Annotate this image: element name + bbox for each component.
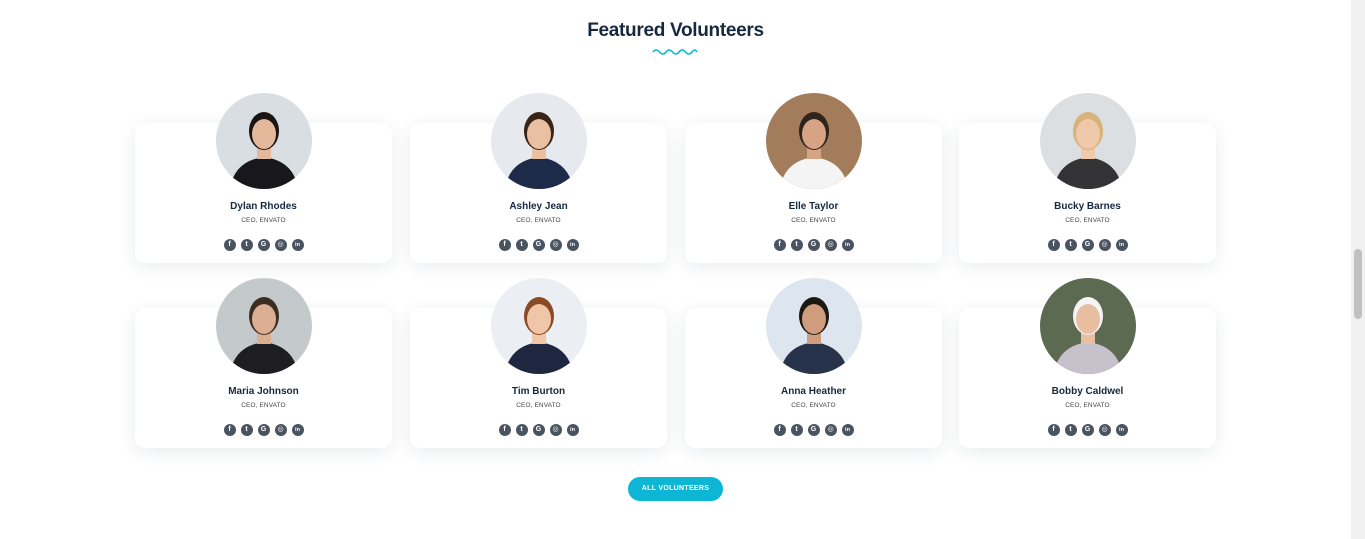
social-links: f t G ◎ in: [959, 424, 1216, 436]
title-wave-divider: [652, 49, 698, 55]
instagram-icon[interactable]: ◎: [274, 424, 287, 436]
google-icon[interactable]: G: [1081, 239, 1094, 251]
volunteer-name[interactable]: Bobby Caldwel: [959, 386, 1216, 397]
twitter-icon[interactable]: t: [515, 424, 528, 436]
volunteer-role: CEO, ENVATO: [791, 217, 836, 224]
twitter-icon[interactable]: t: [790, 239, 803, 251]
volunteer-avatar: [1039, 278, 1136, 374]
google-icon[interactable]: G: [257, 424, 270, 436]
volunteer-role: CEO, ENVATO: [241, 217, 286, 224]
linkedin-icon[interactable]: in: [841, 424, 854, 436]
volunteer-name[interactable]: Maria Johnson: [135, 386, 392, 397]
linkedin-icon[interactable]: in: [841, 239, 854, 251]
social-links: f t G ◎ in: [410, 424, 667, 436]
linkedin-icon[interactable]: in: [291, 424, 304, 436]
volunteer-role: CEO, ENVATO: [791, 402, 836, 409]
volunteer-name[interactable]: Anna Heather: [685, 386, 942, 397]
volunteer-avatar: [215, 93, 312, 189]
scrollbar[interactable]: [1351, 0, 1365, 539]
instagram-icon[interactable]: ◎: [274, 239, 287, 251]
linkedin-icon[interactable]: in: [566, 424, 579, 436]
scrollbar-thumb[interactable]: [1354, 249, 1362, 319]
volunteer-name[interactable]: Bucky Barnes: [959, 201, 1216, 212]
volunteer-role: CEO, ENVATO: [516, 402, 561, 409]
google-icon[interactable]: G: [807, 424, 820, 436]
instagram-icon[interactable]: ◎: [549, 239, 562, 251]
facebook-icon[interactable]: f: [773, 239, 786, 251]
linkedin-icon[interactable]: in: [291, 239, 304, 251]
volunteer-avatar: [490, 93, 587, 189]
twitter-icon[interactable]: t: [1064, 424, 1077, 436]
volunteer-avatar: [765, 278, 862, 374]
facebook-icon[interactable]: f: [223, 239, 236, 251]
section-title: Featured Volunteers: [587, 20, 764, 41]
google-icon[interactable]: G: [532, 239, 545, 251]
volunteer-card: Dylan Rhodes CEO, ENVATO f t G ◎ in: [135, 93, 392, 263]
linkedin-icon[interactable]: in: [1115, 424, 1128, 436]
twitter-icon[interactable]: t: [1064, 239, 1077, 251]
volunteer-role: CEO, ENVATO: [1065, 217, 1110, 224]
volunteer-avatar: [765, 93, 862, 189]
social-links: f t G ◎ in: [135, 239, 392, 251]
twitter-icon[interactable]: t: [790, 424, 803, 436]
google-icon[interactable]: G: [807, 239, 820, 251]
volunteer-card: Bucky Barnes CEO, ENVATO f t G ◎ in: [959, 93, 1216, 263]
facebook-icon[interactable]: f: [498, 239, 511, 251]
facebook-icon[interactable]: f: [223, 424, 236, 436]
social-links: f t G ◎ in: [685, 424, 942, 436]
facebook-icon[interactable]: f: [498, 424, 511, 436]
volunteer-role: CEO, ENVATO: [241, 402, 286, 409]
google-icon[interactable]: G: [257, 239, 270, 251]
instagram-icon[interactable]: ◎: [824, 239, 837, 251]
volunteer-name[interactable]: Tim Burton: [410, 386, 667, 397]
google-icon[interactable]: G: [1081, 424, 1094, 436]
facebook-icon[interactable]: f: [1047, 239, 1060, 251]
volunteer-avatar: [490, 278, 587, 374]
google-icon[interactable]: G: [532, 424, 545, 436]
volunteer-avatar: [215, 278, 312, 374]
social-links: f t G ◎ in: [135, 424, 392, 436]
instagram-icon[interactable]: ◎: [1098, 239, 1111, 251]
volunteer-card: Maria Johnson CEO, ENVATO f t G ◎ in: [135, 278, 392, 448]
instagram-icon[interactable]: ◎: [1098, 424, 1111, 436]
facebook-icon[interactable]: f: [1047, 424, 1060, 436]
twitter-icon[interactable]: t: [240, 239, 253, 251]
volunteer-card: Bobby Caldwel CEO, ENVATO f t G ◎ in: [959, 278, 1216, 448]
social-links: f t G ◎ in: [959, 239, 1216, 251]
facebook-icon[interactable]: f: [773, 424, 786, 436]
linkedin-icon[interactable]: in: [566, 239, 579, 251]
volunteer-name[interactable]: Dylan Rhodes: [135, 201, 392, 212]
instagram-icon[interactable]: ◎: [824, 424, 837, 436]
twitter-icon[interactable]: t: [240, 424, 253, 436]
instagram-icon[interactable]: ◎: [549, 424, 562, 436]
volunteer-role: CEO, ENVATO: [1065, 402, 1110, 409]
social-links: f t G ◎ in: [410, 239, 667, 251]
volunteer-role: CEO, ENVATO: [516, 217, 561, 224]
volunteer-card: Ashley Jean CEO, ENVATO f t G ◎ in: [410, 93, 667, 263]
all-volunteers-button[interactable]: ALL VOLUNTEERS: [628, 477, 723, 501]
volunteer-name[interactable]: Elle Taylor: [685, 201, 942, 212]
twitter-icon[interactable]: t: [515, 239, 528, 251]
social-links: f t G ◎ in: [685, 239, 942, 251]
volunteer-card: Anna Heather CEO, ENVATO f t G ◎ in: [685, 278, 942, 448]
volunteer-card: Elle Taylor CEO, ENVATO f t G ◎ in: [685, 93, 942, 263]
volunteer-name[interactable]: Ashley Jean: [410, 201, 667, 212]
linkedin-icon[interactable]: in: [1115, 239, 1128, 251]
volunteer-card: Tim Burton CEO, ENVATO f t G ◎ in: [410, 278, 667, 448]
volunteer-avatar: [1039, 93, 1136, 189]
